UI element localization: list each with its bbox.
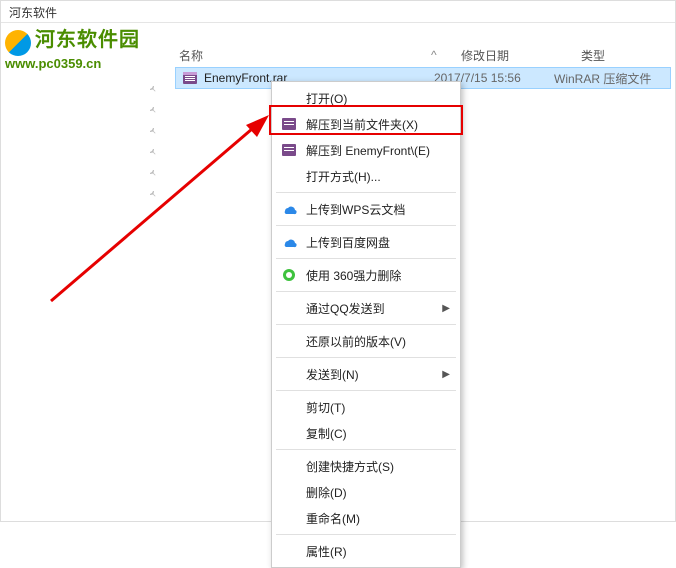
pin-icon[interactable] — [146, 147, 160, 161]
watermark-url: www.pc0359.cn — [5, 56, 175, 71]
site-logo-icon — [5, 30, 31, 56]
rar-icon — [278, 141, 300, 159]
menu-open[interactable]: 打开(O) — [274, 85, 458, 111]
menu-send-to[interactable]: 发送到(N)▶ — [274, 361, 458, 387]
pin-icon[interactable] — [146, 168, 160, 182]
menu-cut[interactable]: 剪切(T) — [274, 394, 458, 420]
menu-baidu-upload[interactable]: 上传到百度网盘 — [274, 229, 458, 255]
menu-separator — [276, 357, 456, 358]
rar-icon — [278, 115, 300, 133]
sort-indicator-icon: ^ — [431, 48, 461, 62]
menu-separator — [276, 192, 456, 193]
col-type[interactable]: 类型 — [581, 47, 675, 64]
window-title: 河东软件 — [1, 1, 675, 23]
baidu-cloud-icon — [278, 233, 300, 251]
watermark: 河东软件园 www.pc0359.cn — [5, 23, 175, 63]
menu-360-delete[interactable]: 使用 360强力删除 — [274, 262, 458, 288]
col-name[interactable]: 名称 — [171, 47, 431, 64]
menu-separator — [276, 291, 456, 292]
rar-file-icon — [182, 70, 198, 86]
col-date[interactable]: 修改日期 — [461, 47, 581, 64]
pin-icon[interactable] — [146, 189, 160, 203]
menu-separator — [276, 225, 456, 226]
pin-icon[interactable] — [146, 126, 160, 140]
menu-separator — [276, 324, 456, 325]
menu-properties[interactable]: 属性(R) — [274, 538, 458, 564]
wps-cloud-icon — [278, 200, 300, 218]
menu-copy[interactable]: 复制(C) — [274, 420, 458, 446]
menu-create-shortcut[interactable]: 创建快捷方式(S) — [274, 453, 458, 479]
menu-rename[interactable]: 重命名(M) — [274, 505, 458, 531]
menu-separator — [276, 534, 456, 535]
360-icon — [278, 266, 300, 284]
menu-delete[interactable]: 删除(D) — [274, 479, 458, 505]
menu-extract-to[interactable]: 解压到 EnemyFront\(E) — [274, 137, 458, 163]
column-headers: 名称 ^ 修改日期 类型 — [171, 43, 675, 67]
pin-icon[interactable] — [146, 105, 160, 119]
menu-separator — [276, 449, 456, 450]
quick-access-pins — [141, 77, 165, 210]
menu-separator — [276, 258, 456, 259]
menu-extract-here[interactable]: 解压到当前文件夹(X) — [274, 111, 458, 137]
menu-wps-upload[interactable]: 上传到WPS云文档 — [274, 196, 458, 222]
watermark-brand: 河东软件园 — [35, 29, 140, 51]
menu-separator — [276, 390, 456, 391]
menu-open-with[interactable]: 打开方式(H)... — [274, 163, 458, 189]
submenu-arrow-icon: ▶ — [442, 303, 450, 314]
context-menu: 打开(O) 解压到当前文件夹(X) 解压到 EnemyFront\(E) 打开方… — [271, 81, 461, 568]
file-type: WinRAR 压缩文件 — [554, 70, 651, 87]
menu-qq-send[interactable]: 通过QQ发送到▶ — [274, 295, 458, 321]
submenu-arrow-icon: ▶ — [442, 369, 450, 380]
menu-restore-versions[interactable]: 还原以前的版本(V) — [274, 328, 458, 354]
pin-icon[interactable] — [146, 84, 160, 98]
